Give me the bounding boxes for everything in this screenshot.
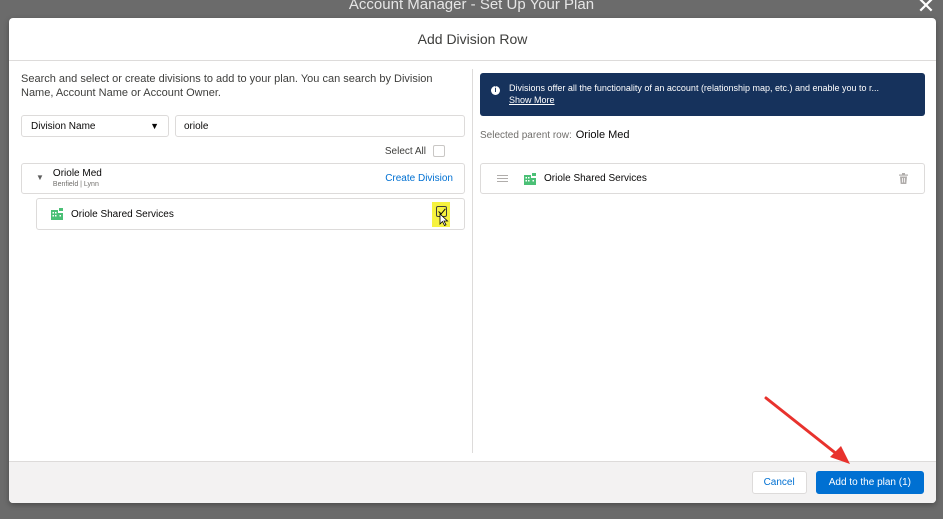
banner-text: Divisions offer all the functionality of… bbox=[509, 83, 880, 93]
search-input[interactable] bbox=[175, 115, 465, 137]
selected-parent-value: Oriole Med bbox=[575, 129, 630, 141]
parent-account-meta: Benfield | Lynn bbox=[52, 180, 99, 188]
trash-icon[interactable] bbox=[899, 173, 908, 184]
division-checkbox-highlight[interactable] bbox=[432, 201, 450, 227]
pane-divider bbox=[472, 69, 473, 453]
account-icon bbox=[51, 208, 63, 220]
modal-header: Add Division Row bbox=[9, 18, 936, 61]
add-division-modal: Add Division Row Search and select or cr… bbox=[9, 18, 936, 503]
selected-parent-label: Selected parent row: bbox=[480, 130, 572, 141]
division-row: Oriole Shared Services bbox=[36, 198, 465, 230]
show-more-link[interactable]: Show More bbox=[509, 94, 879, 106]
search-row: Division Name ▼ bbox=[21, 115, 465, 137]
caret-down-icon: ▼ bbox=[150, 121, 159, 131]
search-pane: Search and select or create divisions to… bbox=[21, 61, 465, 461]
parent-account-row: ▼ Oriole Med Benfield | Lynn Create Divi… bbox=[21, 163, 465, 194]
info-banner: i Divisions offer all the functionality … bbox=[480, 73, 925, 116]
close-icon[interactable]: ✕ bbox=[915, 0, 937, 18]
cursor-icon bbox=[439, 212, 449, 226]
selected-parent: Selected parent row: Oriole Med bbox=[480, 129, 630, 141]
selected-division-name: Oriole Shared Services bbox=[544, 173, 647, 184]
instructions-text: Search and select or create divisions to… bbox=[21, 73, 433, 99]
backdrop-title: Account Manager - Set Up Your Plan bbox=[348, 0, 595, 13]
parent-texts: Oriole Med Benfield | Lynn bbox=[53, 168, 102, 190]
select-all-checkbox[interactable] bbox=[433, 145, 445, 157]
division-name: Oriole Shared Services bbox=[71, 208, 174, 220]
drag-handle-icon[interactable] bbox=[497, 175, 508, 182]
parent-account-name: Oriole Med bbox=[52, 167, 102, 179]
selected-pane: i Divisions offer all the functionality … bbox=[480, 61, 925, 461]
search-field-select[interactable]: Division Name ▼ bbox=[21, 115, 169, 137]
add-to-plan-button[interactable]: Add to the plan (1) bbox=[815, 471, 924, 494]
account-icon bbox=[524, 172, 536, 185]
info-icon: i bbox=[491, 86, 500, 95]
banner-texts: Divisions offer all the functionality of… bbox=[509, 82, 879, 106]
modal-title: Add Division Row bbox=[417, 31, 528, 47]
select-all-label: Select All bbox=[384, 145, 426, 157]
modal-body: Search and select or create divisions to… bbox=[9, 61, 936, 461]
search-field-selected: Division Name bbox=[31, 120, 96, 132]
expand-toggle-icon[interactable]: ▼ bbox=[36, 173, 44, 182]
cancel-button[interactable]: Cancel bbox=[751, 471, 807, 494]
select-all: Select All bbox=[385, 145, 445, 157]
create-division-link[interactable]: Create Division bbox=[385, 173, 453, 184]
selected-division-row: Oriole Shared Services bbox=[480, 163, 925, 194]
modal-footer: Cancel Add to the plan (1) bbox=[9, 461, 936, 503]
